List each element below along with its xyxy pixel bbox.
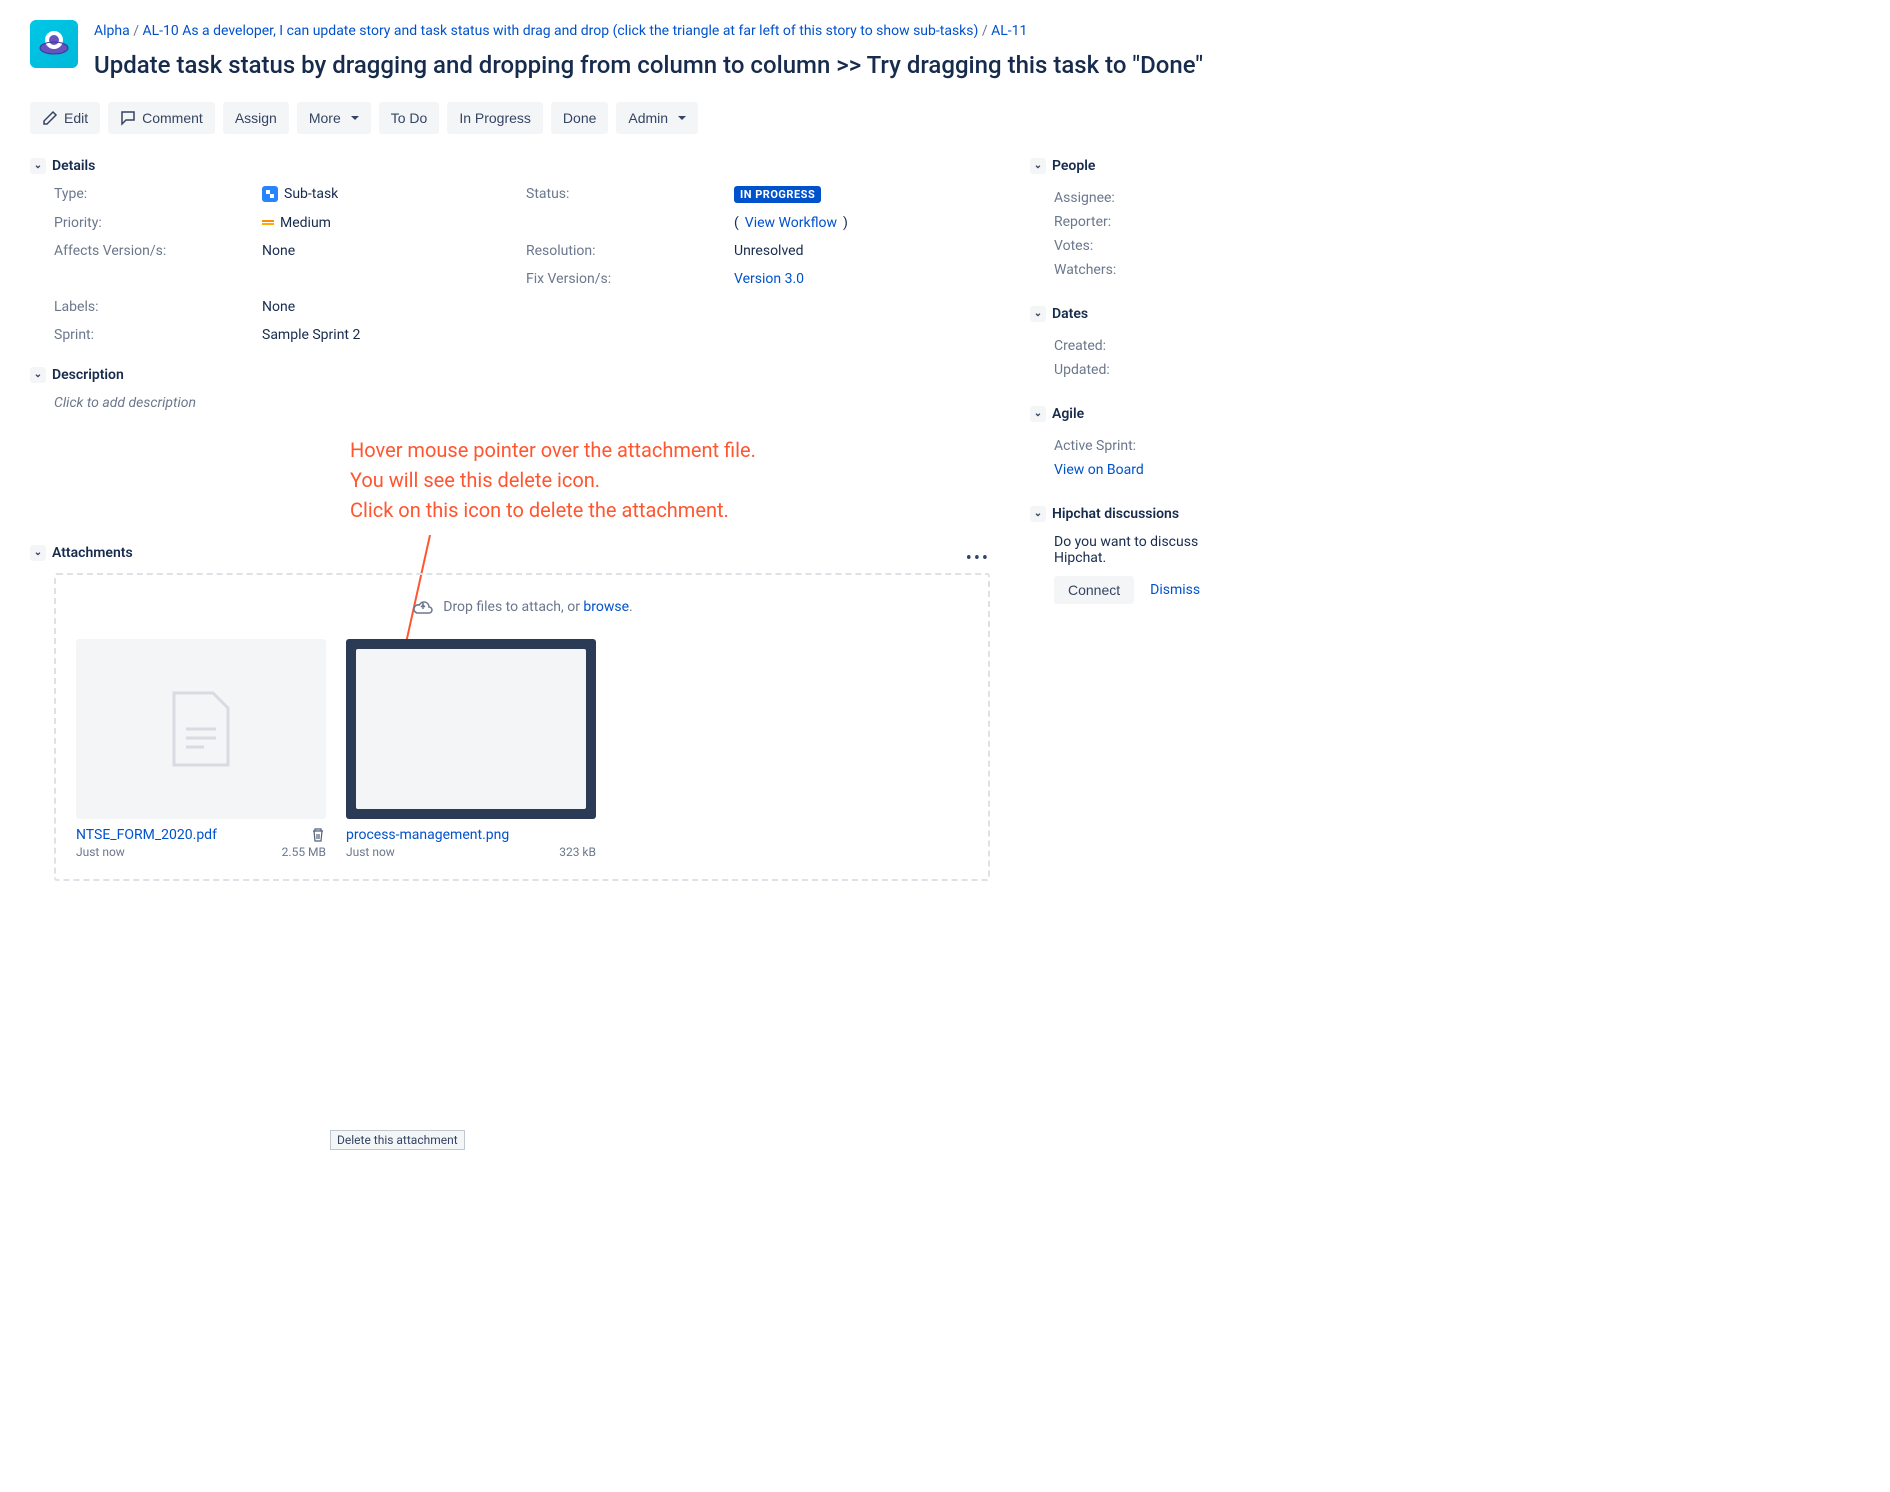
view-workflow-link[interactable]: View Workflow — [745, 215, 837, 231]
agile-heading: Agile — [1052, 406, 1084, 422]
ufo-icon — [36, 26, 72, 62]
status-inprogress-button[interactable]: In Progress — [447, 102, 543, 134]
chevron-down-icon: ⌄ — [30, 158, 46, 174]
comment-button[interactable]: Comment — [108, 102, 215, 134]
hipchat-text: Do you want to discuss Hipchat. — [1030, 534, 1230, 566]
attachment-time: Just now — [76, 845, 125, 859]
people-section-header[interactable]: ⌄ People — [1030, 158, 1230, 174]
priority-label: Priority: — [54, 215, 254, 231]
annotation-text: Hover mouse pointer over the attachment … — [350, 435, 990, 525]
breadcrumb: Alpha / AL-10 As a developer, I can upda… — [94, 20, 1860, 42]
description-placeholder[interactable]: Click to add description — [30, 395, 990, 411]
description-heading: Description — [52, 367, 124, 383]
document-icon — [156, 684, 246, 774]
dates-section-header[interactable]: ⌄ Dates — [1030, 306, 1230, 322]
people-section: ⌄ People Assignee: Reporter: Votes: Watc… — [1030, 158, 1230, 282]
pencil-icon — [42, 110, 58, 126]
delete-tooltip: Delete this attachment — [330, 1130, 465, 1150]
agile-section: ⌄ Agile Active Sprint: View on Board — [1030, 406, 1230, 482]
attachment-thumbnail[interactable] — [346, 639, 596, 819]
sprint-label: Sprint: — [54, 327, 254, 343]
status-done-button[interactable]: Done — [551, 102, 608, 134]
breadcrumb-parent[interactable]: AL-10 As a developer, I can update story… — [142, 23, 978, 39]
labels-value: None — [262, 299, 518, 315]
hipchat-heading: Hipchat discussions — [1052, 506, 1179, 522]
description-section: ⌄ Description Click to add description — [30, 367, 990, 411]
attachments-dropzone[interactable]: Drop files to attach, or browse. NTSE_FO… — [54, 573, 990, 881]
attachments-section-header[interactable]: ⌄ Attachments — [30, 545, 133, 561]
chevron-down-icon: ⌄ — [30, 367, 46, 383]
sprint-value: Sample Sprint 2 — [262, 327, 518, 343]
affects-value: None — [262, 243, 518, 259]
priority-medium-icon — [262, 220, 274, 225]
dates-heading: Dates — [1052, 306, 1088, 322]
attachment-size: 2.55 MB — [282, 845, 326, 859]
attachment-thumbnail[interactable] — [76, 639, 326, 819]
dates-section: ⌄ Dates Created: Updated: — [1030, 306, 1230, 382]
breadcrumb-project[interactable]: Alpha — [94, 23, 130, 39]
comment-button-label: Comment — [142, 110, 203, 126]
status-label: Status: — [526, 186, 726, 203]
attachment-name[interactable]: process-management.png — [346, 827, 596, 843]
type-value: Sub-task — [262, 186, 518, 203]
browse-link[interactable]: browse — [583, 599, 629, 615]
hipchat-section-header[interactable]: ⌄ Hipchat discussions — [1030, 506, 1230, 522]
people-heading: People — [1052, 158, 1095, 174]
agile-section-header[interactable]: ⌄ Agile — [1030, 406, 1230, 422]
chevron-down-icon: ⌄ — [1030, 158, 1046, 174]
admin-button[interactable]: Admin — [616, 102, 698, 134]
subtask-icon — [262, 186, 278, 202]
watchers-label: Watchers: — [1030, 258, 1230, 282]
priority-value: Medium — [262, 215, 518, 231]
attachment-time: Just now — [346, 845, 395, 859]
resolution-value: Unresolved — [734, 243, 990, 259]
description-section-header[interactable]: ⌄ Description — [30, 367, 990, 383]
issue-toolbar: Edit Comment Assign More To Do In Progre… — [30, 102, 1860, 134]
drop-hint-text: Drop files to attach, or browse. — [443, 599, 633, 615]
resolution-label: Resolution: — [526, 243, 726, 259]
comment-icon — [120, 110, 136, 126]
attachment-name[interactable]: NTSE_FORM_2020.pdf — [76, 827, 304, 843]
details-section: ⌄ Details Type: Sub-task Status: IN PROG… — [30, 158, 990, 343]
reporter-label: Reporter: — [1030, 210, 1230, 234]
attachments-heading: Attachments — [52, 545, 133, 561]
cloud-upload-icon — [411, 595, 435, 619]
page-title: Update task status by dragging and dropp… — [94, 50, 1860, 81]
chevron-down-icon: ⌄ — [1030, 306, 1046, 322]
status-value: IN PROGRESS — [734, 186, 990, 203]
view-on-board-link[interactable]: View on Board — [1054, 462, 1144, 478]
active-sprint-label: Active Sprint: — [1030, 434, 1230, 458]
attachments-more-icon[interactable]: ••• — [966, 548, 990, 569]
attachment-card[interactable]: process-management.png Just now 323 kB — [346, 639, 596, 859]
status-badge: IN PROGRESS — [734, 186, 821, 203]
labels-label: Labels: — [54, 299, 254, 315]
chevron-down-icon: ⌄ — [1030, 406, 1046, 422]
details-section-header[interactable]: ⌄ Details — [30, 158, 990, 174]
votes-label: Votes: — [1030, 234, 1230, 258]
fixversion-link[interactable]: Version 3.0 — [734, 271, 804, 287]
chevron-down-icon: ⌄ — [1030, 506, 1046, 522]
affects-label: Affects Version/s: — [54, 243, 254, 259]
attachment-size: 323 kB — [559, 845, 596, 859]
more-button[interactable]: More — [297, 102, 371, 134]
chevron-down-icon: ⌄ — [30, 545, 46, 561]
assignee-label: Assignee: — [1030, 186, 1230, 210]
details-heading: Details — [52, 158, 95, 174]
fixversion-label: Fix Version/s: — [526, 271, 726, 287]
project-avatar[interactable] — [30, 20, 78, 68]
updated-label: Updated: — [1030, 358, 1230, 382]
hipchat-section: ⌄ Hipchat discussions Do you want to dis… — [1030, 506, 1230, 604]
edit-button-label: Edit — [64, 110, 88, 126]
hipchat-dismiss-link[interactable]: Dismiss — [1150, 582, 1200, 598]
assign-button[interactable]: Assign — [223, 102, 289, 134]
edit-button[interactable]: Edit — [30, 102, 100, 134]
type-label: Type: — [54, 186, 254, 203]
trash-icon[interactable] — [310, 827, 326, 843]
breadcrumb-issue-key[interactable]: AL-11 — [991, 23, 1027, 39]
attachment-card[interactable]: NTSE_FORM_2020.pdf Just now 2.55 MB — [76, 639, 326, 859]
attachments-section: ⌄ Attachments ••• Drop files to attach, … — [30, 545, 990, 881]
created-label: Created: — [1030, 334, 1230, 358]
hipchat-connect-button[interactable]: Connect — [1054, 576, 1134, 604]
status-todo-button[interactable]: To Do — [379, 102, 440, 134]
